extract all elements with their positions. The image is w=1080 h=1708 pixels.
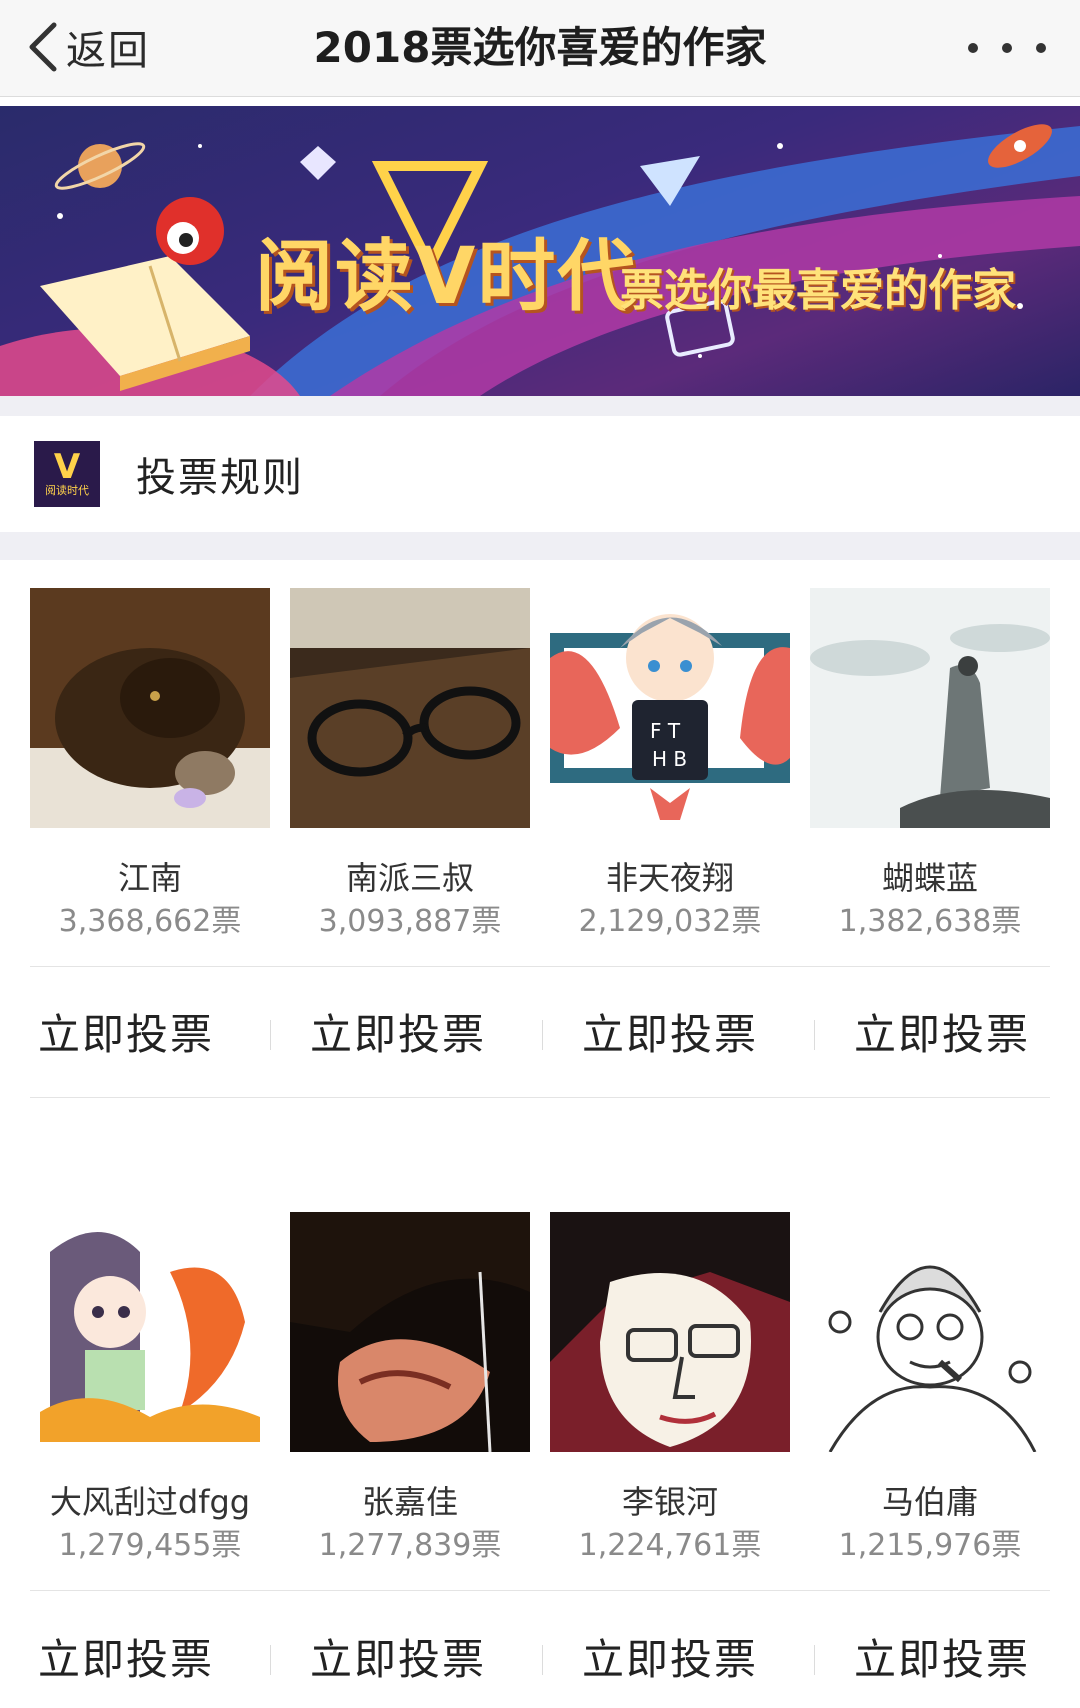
vote-count: 1,277,839票	[318, 1528, 502, 1563]
vote-button[interactable]: 立即投票	[854, 1620, 1080, 1700]
vote-count: 3,093,887票	[318, 904, 502, 939]
author-avatar	[30, 588, 270, 828]
vote-count: 3,368,662票	[58, 904, 242, 939]
button-divider	[270, 1020, 271, 1050]
author-name: 蝴蝶蓝	[881, 859, 978, 897]
divider	[30, 1097, 1050, 1098]
author-name: 李银河	[621, 1483, 718, 1521]
author-card[interactable]: 大风刮过dfgg 1,279,455票	[30, 1212, 270, 1566]
vote-button[interactable]: 立即投票	[310, 1620, 540, 1700]
button-divider	[270, 1645, 271, 1675]
more-dots-icon	[968, 43, 978, 53]
vote-count: 1,215,976票	[838, 1528, 1022, 1563]
author-card[interactable]: 南派三叔 3,093,887票	[290, 588, 530, 942]
author-avatar	[810, 588, 1050, 828]
author-card[interactable]: 张嘉佳 1,277,839票	[290, 1212, 530, 1566]
button-divider	[814, 1020, 815, 1050]
banner-subtitle: 票选你最喜爱的作家	[620, 265, 1016, 316]
back-label: 返回	[66, 28, 150, 74]
vote-count: 1,279,455票	[58, 1528, 242, 1563]
vote-button[interactable]: 立即投票	[582, 1620, 812, 1700]
author-card[interactable]: 蝴蝶蓝 1,382,638票	[810, 588, 1050, 942]
author-name: 江南	[117, 859, 182, 897]
divider	[30, 966, 1050, 967]
author-name: 张嘉佳	[361, 1483, 458, 1521]
section-divider	[0, 532, 1080, 560]
author-card[interactable]: F T H B 非天夜翔 2,129,032票	[550, 588, 790, 942]
chevron-left-icon	[29, 22, 57, 72]
author-card[interactable]: 江南 3,368,662票	[30, 588, 270, 942]
navigation-bar: 返回 2018票选你喜爱的作家	[0, 0, 1080, 97]
vote-button[interactable]: 立即投票	[310, 995, 540, 1075]
author-avatar	[290, 588, 530, 828]
back-button[interactable]: 返回	[26, 14, 150, 80]
author-name: 马伯庸	[881, 1483, 978, 1521]
vote-button[interactable]: 立即投票	[38, 1620, 268, 1700]
author-name: 南派三叔	[345, 859, 474, 897]
vote-count: 1,382,638票	[838, 904, 1022, 939]
author-name: 大风刮过dfgg	[49, 1483, 251, 1521]
author-card[interactable]: 马伯庸 1,215,976票	[810, 1212, 1050, 1566]
event-logo: V 阅读时代	[34, 441, 100, 507]
button-divider	[542, 1645, 543, 1675]
vote-count: 2,129,032票	[578, 904, 762, 939]
author-avatar	[30, 1212, 270, 1452]
author-avatar	[290, 1212, 530, 1452]
author-avatar: F T H B	[550, 588, 790, 828]
author-name: 非天夜翔	[605, 859, 734, 897]
svg-text:H B: H B	[652, 747, 687, 771]
author-card[interactable]: 李银河 1,224,761票	[550, 1212, 790, 1566]
more-options-button[interactable]	[968, 28, 1046, 68]
button-divider	[814, 1645, 815, 1675]
section-divider	[0, 396, 1080, 416]
svg-text:F T: F T	[650, 719, 681, 743]
divider	[30, 1590, 1050, 1591]
banner-headline: 阅读V时代	[255, 232, 638, 322]
vote-button[interactable]: 立即投票	[38, 995, 268, 1075]
voting-rules-label: 投票规则	[136, 455, 304, 501]
author-avatar	[550, 1212, 790, 1452]
voting-rules-link[interactable]: V 阅读时代 投票规则	[0, 416, 1080, 532]
promo-banner: 阅读V时代 票选你最喜爱的作家	[0, 106, 1080, 396]
author-avatar	[810, 1212, 1050, 1452]
vote-button[interactable]: 立即投票	[582, 995, 812, 1075]
vote-count: 1,224,761票	[578, 1528, 762, 1563]
button-divider	[542, 1020, 543, 1050]
page-title: 2018票选你喜爱的作家	[313, 23, 767, 72]
vote-button[interactable]: 立即投票	[854, 995, 1080, 1075]
